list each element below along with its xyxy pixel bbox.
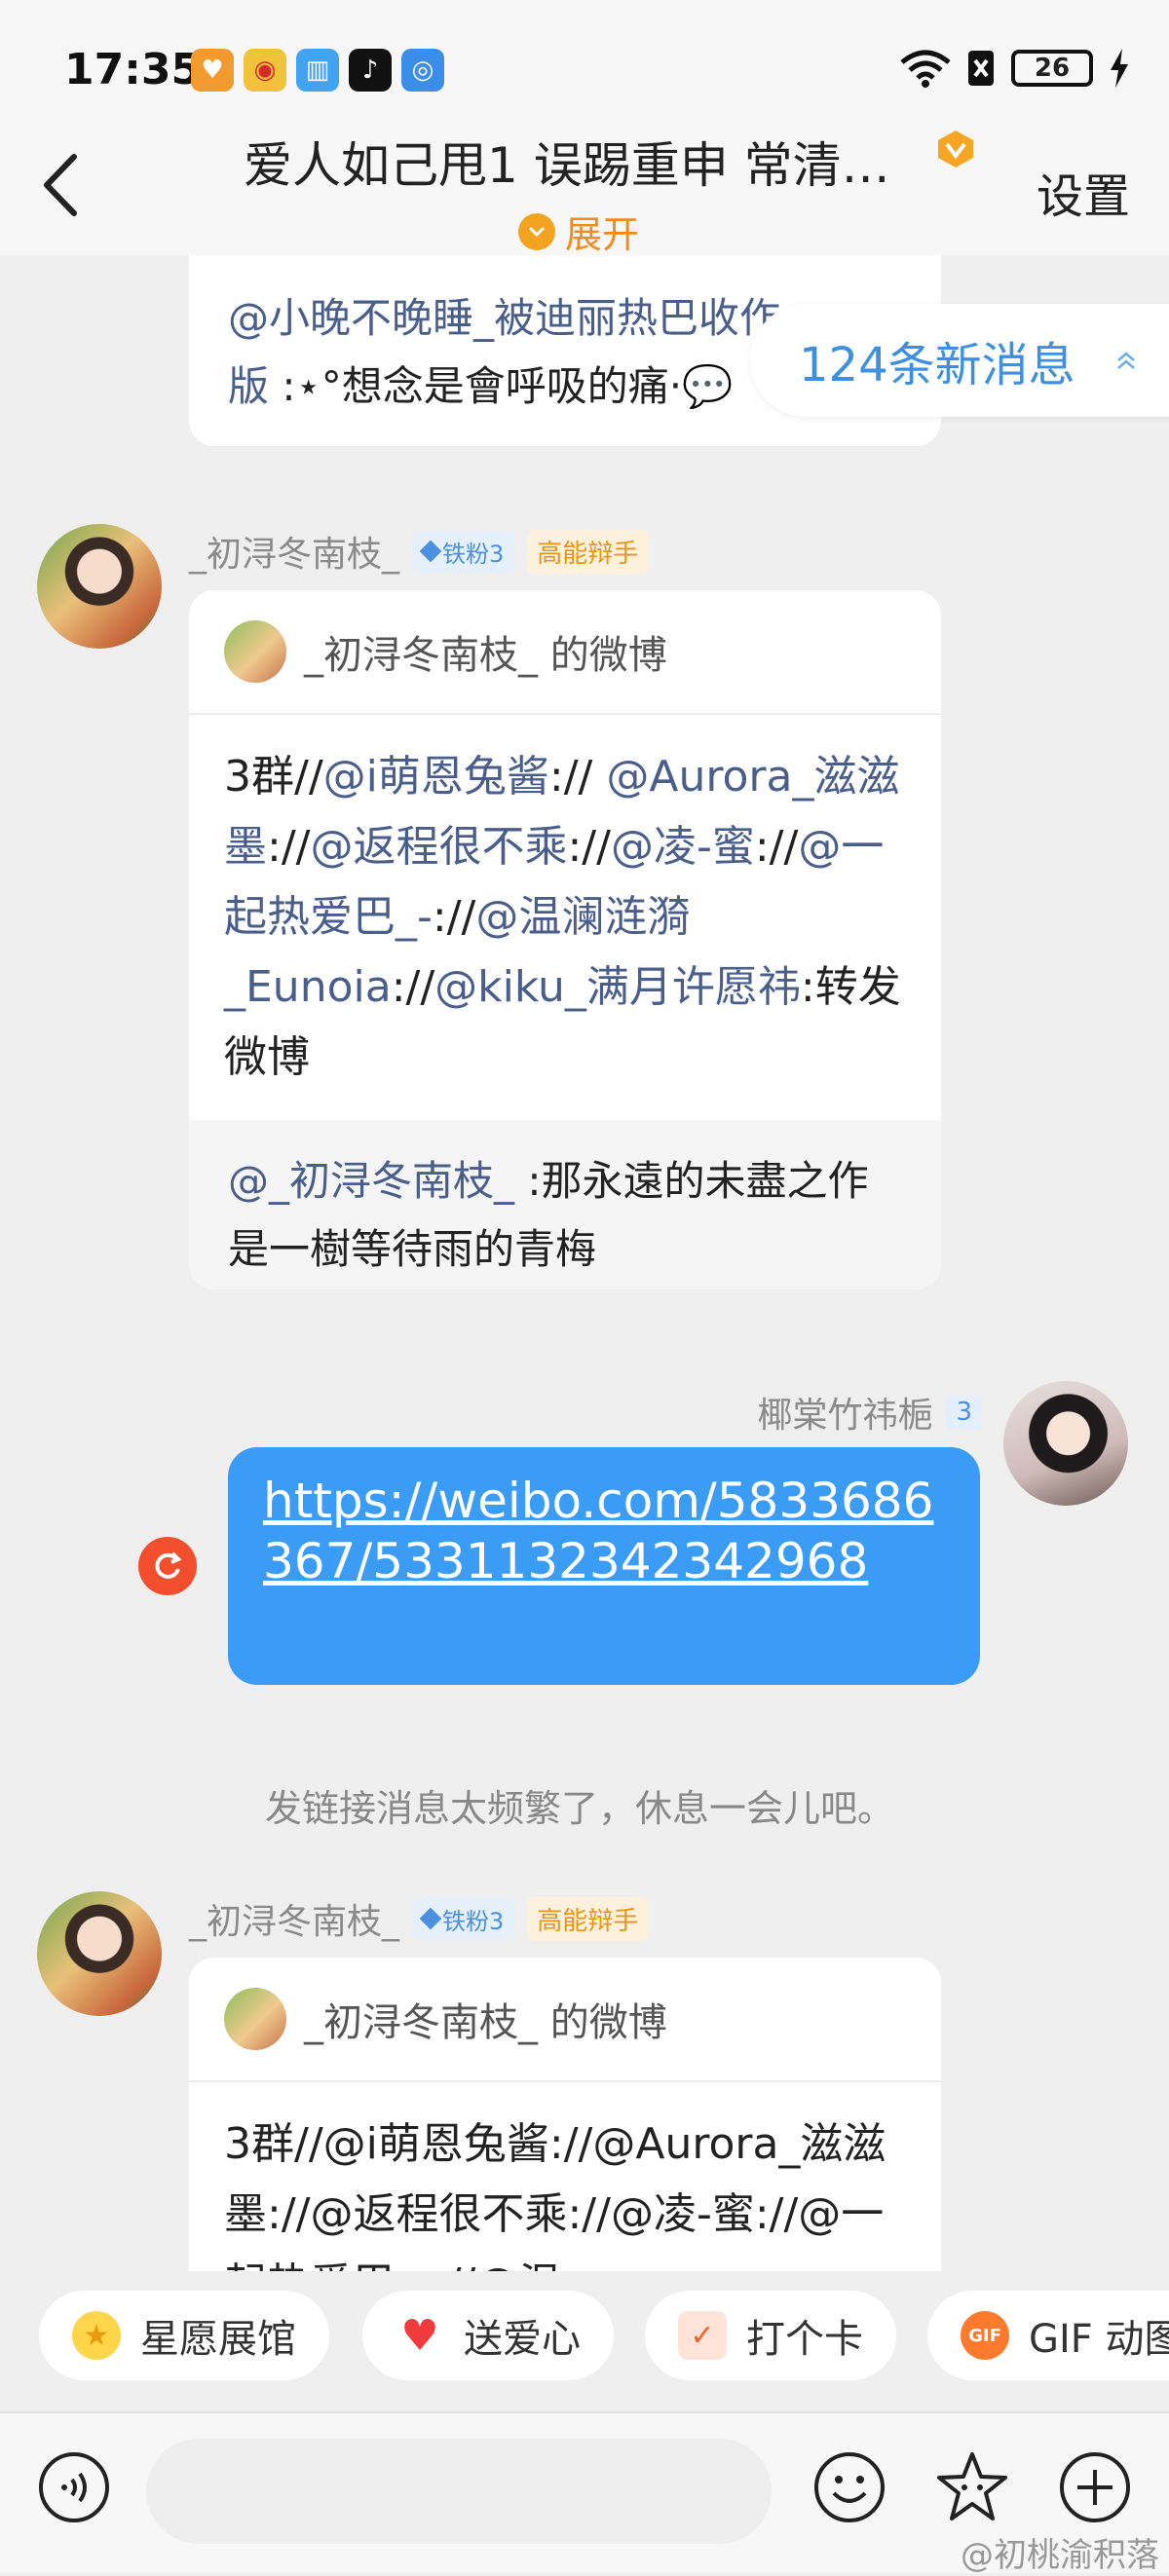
no-sim-icon <box>968 51 994 86</box>
message-input[interactable] <box>146 2439 772 2544</box>
shared-post-card[interactable]: _初浔冬南枝_ 的微博 3群//@i萌恩兔酱://@Aurora_滋滋墨://@… <box>189 1958 941 2271</box>
back-arrow-icon[interactable] <box>39 151 88 219</box>
checkin-icon: ✓ <box>678 2311 727 2360</box>
card-title: _初浔冬南枝_ 的微博 <box>304 633 667 678</box>
level-badge: 3 <box>946 1396 982 1429</box>
shared-post-card[interactable]: _初浔冬南枝_ 的微博 3群//@i萌恩兔酱:// @Aurora_滋滋墨://… <box>189 590 941 1289</box>
quick-action-label: 打个卡 <box>746 2317 863 2362</box>
emoji-icon[interactable] <box>812 2450 886 2524</box>
gif-icon: GIF <box>961 2311 1009 2360</box>
sender-info: _初浔冬南枝_ 铁粉3 高能辩手 <box>189 1893 649 1944</box>
diamond-icon <box>419 1907 442 1930</box>
chevron-down-icon <box>518 212 555 250</box>
body-text: :// <box>267 822 311 872</box>
card-title: _初浔冬南枝_ 的微博 <box>304 2000 667 2045</box>
fan-badge: 铁粉3 <box>413 1897 514 1940</box>
quick-action-label: 星愿展馆 <box>140 2317 296 2362</box>
battery-indicator: 26 <box>1011 50 1093 87</box>
app-heart-icon: ♥ <box>191 49 234 92</box>
mention-link[interactable]: @返程很不乘 <box>310 822 567 872</box>
mention-link[interactable]: 版 <box>228 362 269 410</box>
quick-action-heart[interactable]: ♥ 送爱心 <box>362 2291 614 2380</box>
avatar[interactable] <box>37 524 162 649</box>
heart-icon: ♥ <box>400 2310 439 2361</box>
sender-info: _初浔冬南枝_ 铁粉3 高能辩手 <box>189 526 649 577</box>
message-text: :⋆°想念是會呼吸的痛‧💬 <box>269 362 734 410</box>
watermark: @初桃渝积落 <box>961 2536 1159 2575</box>
mention-link[interactable]: @kiku_满月许愿祎 <box>434 962 801 1012</box>
body-text: :// <box>567 822 611 872</box>
vip-badge-icon <box>938 131 973 168</box>
own-avatar[interactable] <box>1003 1381 1128 1506</box>
mention-link[interactable]: @_初浔冬南枝_ <box>228 1157 514 1205</box>
message-link[interactable]: https://weibo.com/5833686367/53311323423… <box>263 1471 945 1591</box>
mention-link[interactable]: @凌-蜜 <box>611 822 755 872</box>
card-comment: @_初浔冬南枝_ :那永遠的未盡之作 是一樹等待雨的青梅 <box>189 1120 941 1289</box>
top-bar: 17:35 ♥ ◉ ▥ ♪ ◎ 26 爱人如己甩1 误踢重申 常清… 展开 设置 <box>0 0 1169 258</box>
quick-action-label: 送爱心 <box>464 2317 581 2362</box>
title-badge: 高能辩手 <box>527 1896 649 1941</box>
expand-button[interactable]: 展开 <box>518 205 639 258</box>
retry-icon[interactable] <box>138 1537 197 1595</box>
status-right: 26 <box>900 49 1130 88</box>
settings-button[interactable]: 设置 <box>1037 158 1130 226</box>
tiktok-icon: ♪ <box>349 49 392 92</box>
title-badge: 高能辩手 <box>527 529 649 574</box>
link-message-bubble[interactable]: https://weibo.com/5833686367/53311323423… <box>228 1447 980 1685</box>
body-text: :// <box>754 822 799 872</box>
card-header: _初浔冬南枝_ 的微博 <box>189 590 941 715</box>
quick-actions: ★ 星愿展馆 ♥ 送爱心 ✓ 打个卡 GIF GIF 动图 <box>0 2291 1169 2388</box>
weibo-icon: ◉ <box>244 49 286 92</box>
card-header: _初浔冬南枝_ 的微博 <box>189 1958 941 2082</box>
book-icon: ▥ <box>296 49 339 92</box>
body-text: :// <box>391 962 435 1012</box>
sender-name[interactable]: _初浔冬南枝_ <box>189 526 399 577</box>
body-text: 3群// <box>224 752 323 802</box>
mention-link[interactable]: @i萌恩兔酱 <box>323 752 549 802</box>
charging-icon <box>1111 49 1128 88</box>
quick-action-gif[interactable]: GIF GIF 动图 <box>927 2291 1169 2380</box>
fan-badge: 铁粉3 <box>413 530 514 573</box>
star-icon: ★ <box>72 2311 121 2360</box>
wifi-icon <box>900 50 951 88</box>
sticker-star-icon[interactable] <box>935 2450 1009 2524</box>
own-sender-name[interactable]: 椰棠竹祎梔 <box>757 1387 932 1437</box>
diamond-icon <box>419 540 442 563</box>
body-text: :// <box>548 752 607 802</box>
quick-action-star[interactable]: ★ 星愿展馆 <box>39 2291 329 2380</box>
card-body-text: 3群//@i萌恩兔酱://@Aurora_滋滋墨://@返程很不乘://@凌-蜜… <box>224 2119 886 2271</box>
expand-label: 展开 <box>565 213 640 256</box>
double-chevron-up-icon <box>1116 352 1135 369</box>
new-messages-button[interactable]: 124条新消息 <box>750 304 1169 417</box>
body-text: :// <box>432 892 476 942</box>
card-body: 3群//@i萌恩兔酱:// @Aurora_滋滋墨://@返程很不乘://@凌-… <box>189 715 941 1120</box>
notification-icons: ♥ ◉ ▥ ♪ ◎ <box>191 49 444 92</box>
browser-icon: ◎ <box>401 49 444 92</box>
new-messages-label: 124条新消息 <box>799 338 1075 392</box>
voice-icon[interactable] <box>37 2450 111 2524</box>
card-body: 3群//@i萌恩兔酱://@Aurora_滋滋墨://@返程很不乘://@凌-蜜… <box>189 2082 941 2271</box>
card-avatar <box>224 1988 286 2050</box>
system-notice: 发链接消息太频繁了，休息一会儿吧。 <box>264 1787 894 1830</box>
sender-name[interactable]: _初浔冬南枝_ <box>189 1893 399 1944</box>
chat-title[interactable]: 爱人如己甩1 误踢重申 常清… <box>244 127 890 197</box>
own-sender-info: 椰棠竹祎梔 3 <box>757 1387 982 1437</box>
quick-action-label: GIF 动图 <box>1029 2317 1169 2362</box>
status-time: 17:35 <box>64 45 202 94</box>
add-icon[interactable] <box>1058 2450 1132 2524</box>
mention-link[interactable]: @小晚不晚睡_被迪丽热巴收作 <box>228 294 780 342</box>
quick-action-checkin[interactable]: ✓ 打个卡 <box>645 2291 896 2380</box>
card-avatar <box>224 620 286 683</box>
avatar[interactable] <box>37 1891 162 2016</box>
